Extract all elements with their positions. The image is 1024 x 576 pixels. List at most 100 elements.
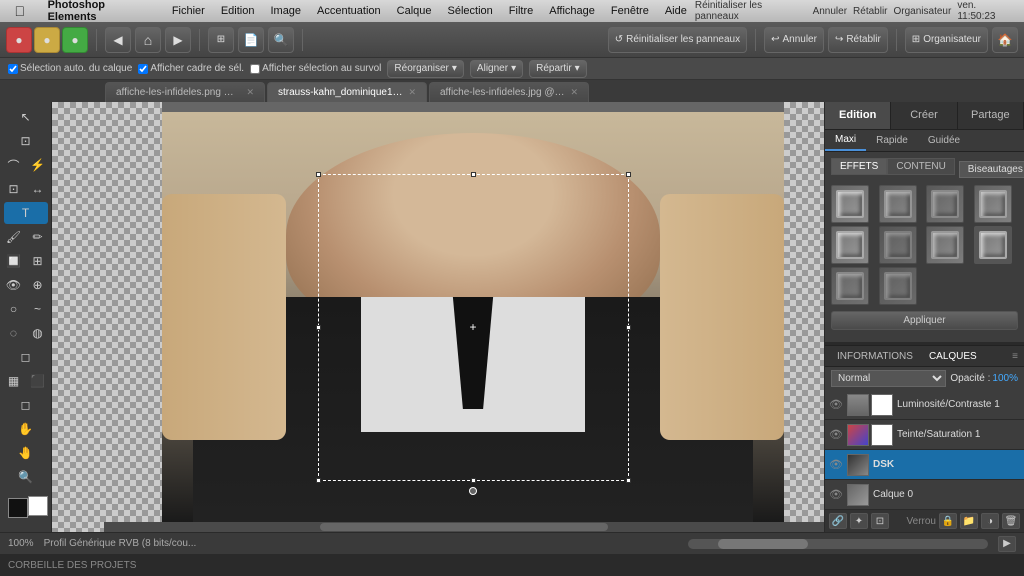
- tool-magic[interactable]: ⚡: [27, 154, 49, 176]
- layer-item-2[interactable]: 👁 DSK: [825, 450, 1024, 480]
- toolbar-btn-1[interactable]: ●: [6, 27, 32, 53]
- rpanel-tab-edition[interactable]: Edition: [825, 102, 891, 129]
- tool-type[interactable]: T: [4, 202, 48, 224]
- toolbar-btn-home[interactable]: ⌂: [135, 27, 161, 53]
- bg-color-swatch[interactable]: [28, 496, 48, 516]
- tool-gradient[interactable]: ▦: [3, 370, 25, 392]
- tool-dodge[interactable]: ◌: [3, 322, 25, 344]
- layer-eye-0[interactable]: 👁: [829, 398, 843, 411]
- toolbar-btn-2[interactable]: ●: [34, 27, 60, 53]
- tool-pencil[interactable]: ✏: [27, 226, 49, 248]
- menu-calque[interactable]: Calque: [389, 0, 440, 22]
- menu-image[interactable]: Image: [262, 0, 309, 22]
- rpanel-tab-partage[interactable]: Partage: [958, 102, 1024, 129]
- calques-tab[interactable]: CALQUES: [923, 351, 983, 362]
- effect-thumb-10[interactable]: [879, 267, 917, 305]
- reset-panels-btn[interactable]: Réinitialiser les panneaux: [695, 0, 807, 22]
- effect-thumb-3[interactable]: [926, 185, 964, 223]
- tool-crop[interactable]: ⊡: [3, 178, 25, 200]
- h-scrollbar-bottom[interactable]: [688, 539, 988, 549]
- menu-edition[interactable]: Edition: [213, 0, 263, 22]
- show-frame-check[interactable]: Afficher cadre de sél.: [138, 63, 244, 74]
- scroll-right-btn[interactable]: ▶: [998, 536, 1016, 552]
- tool-hand[interactable]: 🤚: [4, 442, 48, 464]
- apply-btn[interactable]: Appliquer: [831, 311, 1018, 330]
- rpanel-tab-creer[interactable]: Créer: [891, 102, 957, 129]
- layer-item-3[interactable]: 👁 Calque 0: [825, 480, 1024, 510]
- tool-eyedropper[interactable]: ✋: [4, 418, 48, 440]
- auto-select-check[interactable]: Sélection auto. du calque: [8, 63, 132, 74]
- tool-stamp[interactable]: 🔲: [3, 250, 25, 272]
- content-tab[interactable]: CONTENU: [887, 158, 954, 175]
- redo-btn[interactable]: Rétablir: [853, 6, 887, 17]
- tab-close-1[interactable]: ✕: [408, 87, 416, 98]
- opacity-value[interactable]: 100%: [992, 373, 1018, 384]
- toolbar-btn-grid[interactable]: ⊞: [208, 27, 234, 53]
- layer-eye-2[interactable]: 👁: [829, 458, 843, 471]
- menu-app[interactable]: Photoshop Elements: [40, 0, 164, 22]
- effect-thumb-1[interactable]: [831, 185, 869, 223]
- h-scrollbar-thumb[interactable]: [320, 523, 608, 531]
- tool-burn[interactable]: ◍: [27, 322, 49, 344]
- layers-panel-menu[interactable]: ≡: [1012, 351, 1018, 362]
- h-scrollbar[interactable]: [104, 522, 824, 532]
- layer-eye-3[interactable]: 👁: [829, 488, 843, 501]
- layers-delete-btn[interactable]: 🗑: [1002, 513, 1020, 529]
- tab-2[interactable]: affiche-les-infideles.jpg @ 50% (RVB/8)*…: [429, 82, 589, 102]
- layer-item-1[interactable]: 👁 Teinte/Saturation 1: [825, 420, 1024, 450]
- tab-0[interactable]: affiche-les-infideles.png @ 100% (DSK, R…: [105, 82, 265, 102]
- layers-lock-btn[interactable]: 🔒: [939, 513, 957, 529]
- menu-affichage[interactable]: Affichage: [541, 0, 603, 22]
- effect-thumb-6[interactable]: [879, 226, 917, 264]
- scrollbar-thumb-bottom[interactable]: [718, 539, 808, 549]
- tool-redeye[interactable]: 👁: [3, 274, 25, 296]
- menu-fenetre[interactable]: Fenêtre: [603, 0, 657, 22]
- repartir-btn[interactable]: Répartir ▾: [529, 60, 587, 78]
- rpanel-subtab-rapide[interactable]: Rapide: [866, 130, 918, 151]
- info-tab[interactable]: INFORMATIONS: [831, 351, 919, 362]
- menu-fichier[interactable]: Fichier: [164, 0, 213, 22]
- effects-dropdown[interactable]: Biseautages: [959, 161, 1024, 178]
- layers-mask-btn[interactable]: ⊡: [871, 513, 889, 529]
- tool-move[interactable]: ↖: [4, 106, 48, 128]
- organizer-toolbar-btn[interactable]: ⊞ Organisateur: [905, 27, 988, 53]
- menu-filtre[interactable]: Filtre: [501, 0, 541, 22]
- apple-logo[interactable]: : [0, 3, 40, 19]
- canvas-area[interactable]: +: [52, 102, 824, 532]
- tab-close-2[interactable]: ✕: [570, 87, 578, 98]
- toolbar-btn-house[interactable]: 🏠: [992, 27, 1018, 53]
- tool-lasso[interactable]: ⌒: [3, 154, 25, 176]
- organizer-btn[interactable]: Organisateur: [894, 6, 952, 17]
- toolbar-btn-forward[interactable]: ▶: [165, 27, 191, 53]
- blend-mode-select[interactable]: Normal: [831, 370, 946, 387]
- tool-shapes[interactable]: ◻: [4, 394, 48, 416]
- toolbar-btn-3[interactable]: ●: [62, 27, 88, 53]
- tool-zoom[interactable]: 🔍: [4, 466, 48, 488]
- undo-btn[interactable]: Annuler: [813, 6, 847, 17]
- tool-smudge[interactable]: ~: [27, 298, 49, 320]
- reorganize-btn[interactable]: Réorganiser ▾: [387, 60, 464, 78]
- toolbar-btn-back[interactable]: ◀: [105, 27, 131, 53]
- effect-thumb-4[interactable]: [974, 185, 1012, 223]
- effect-thumb-2[interactable]: [879, 185, 917, 223]
- layers-group-btn[interactable]: 📁: [960, 513, 978, 529]
- layers-adj-btn[interactable]: ◑: [981, 513, 999, 529]
- menu-selection[interactable]: Sélection: [440, 0, 501, 22]
- layer-eye-1[interactable]: 👁: [829, 428, 843, 441]
- tool-pattern[interactable]: ⊞: [27, 250, 49, 272]
- reset-panels-toolbar-btn[interactable]: ↺ Réinitialiser les panneaux: [608, 27, 747, 53]
- menu-accentuation[interactable]: Accentuation: [309, 0, 389, 22]
- tool-zoom-rect[interactable]: ⊡: [4, 130, 48, 152]
- rpanel-subtab-guidee[interactable]: Guidée: [918, 130, 970, 151]
- menu-aide[interactable]: Aide: [657, 0, 695, 22]
- effects-tab[interactable]: EFFETS: [831, 158, 887, 175]
- redo-toolbar-btn[interactable]: ↪ Rétablir: [828, 27, 888, 53]
- tool-eraser[interactable]: ◻: [4, 346, 48, 368]
- tab-1[interactable]: strauss-kahn_dominique1.jpg @ 100% (Calq…: [267, 82, 427, 102]
- toolbar-btn-doc[interactable]: 📄: [238, 27, 264, 53]
- tab-close-0[interactable]: ✕: [246, 87, 254, 98]
- effect-thumb-9[interactable]: [831, 267, 869, 305]
- rpanel-subtab-maxi[interactable]: Maxi: [825, 130, 866, 151]
- tool-fill[interactable]: ⬛: [27, 370, 49, 392]
- undo-toolbar-btn[interactable]: ↩ Annuler: [764, 27, 824, 53]
